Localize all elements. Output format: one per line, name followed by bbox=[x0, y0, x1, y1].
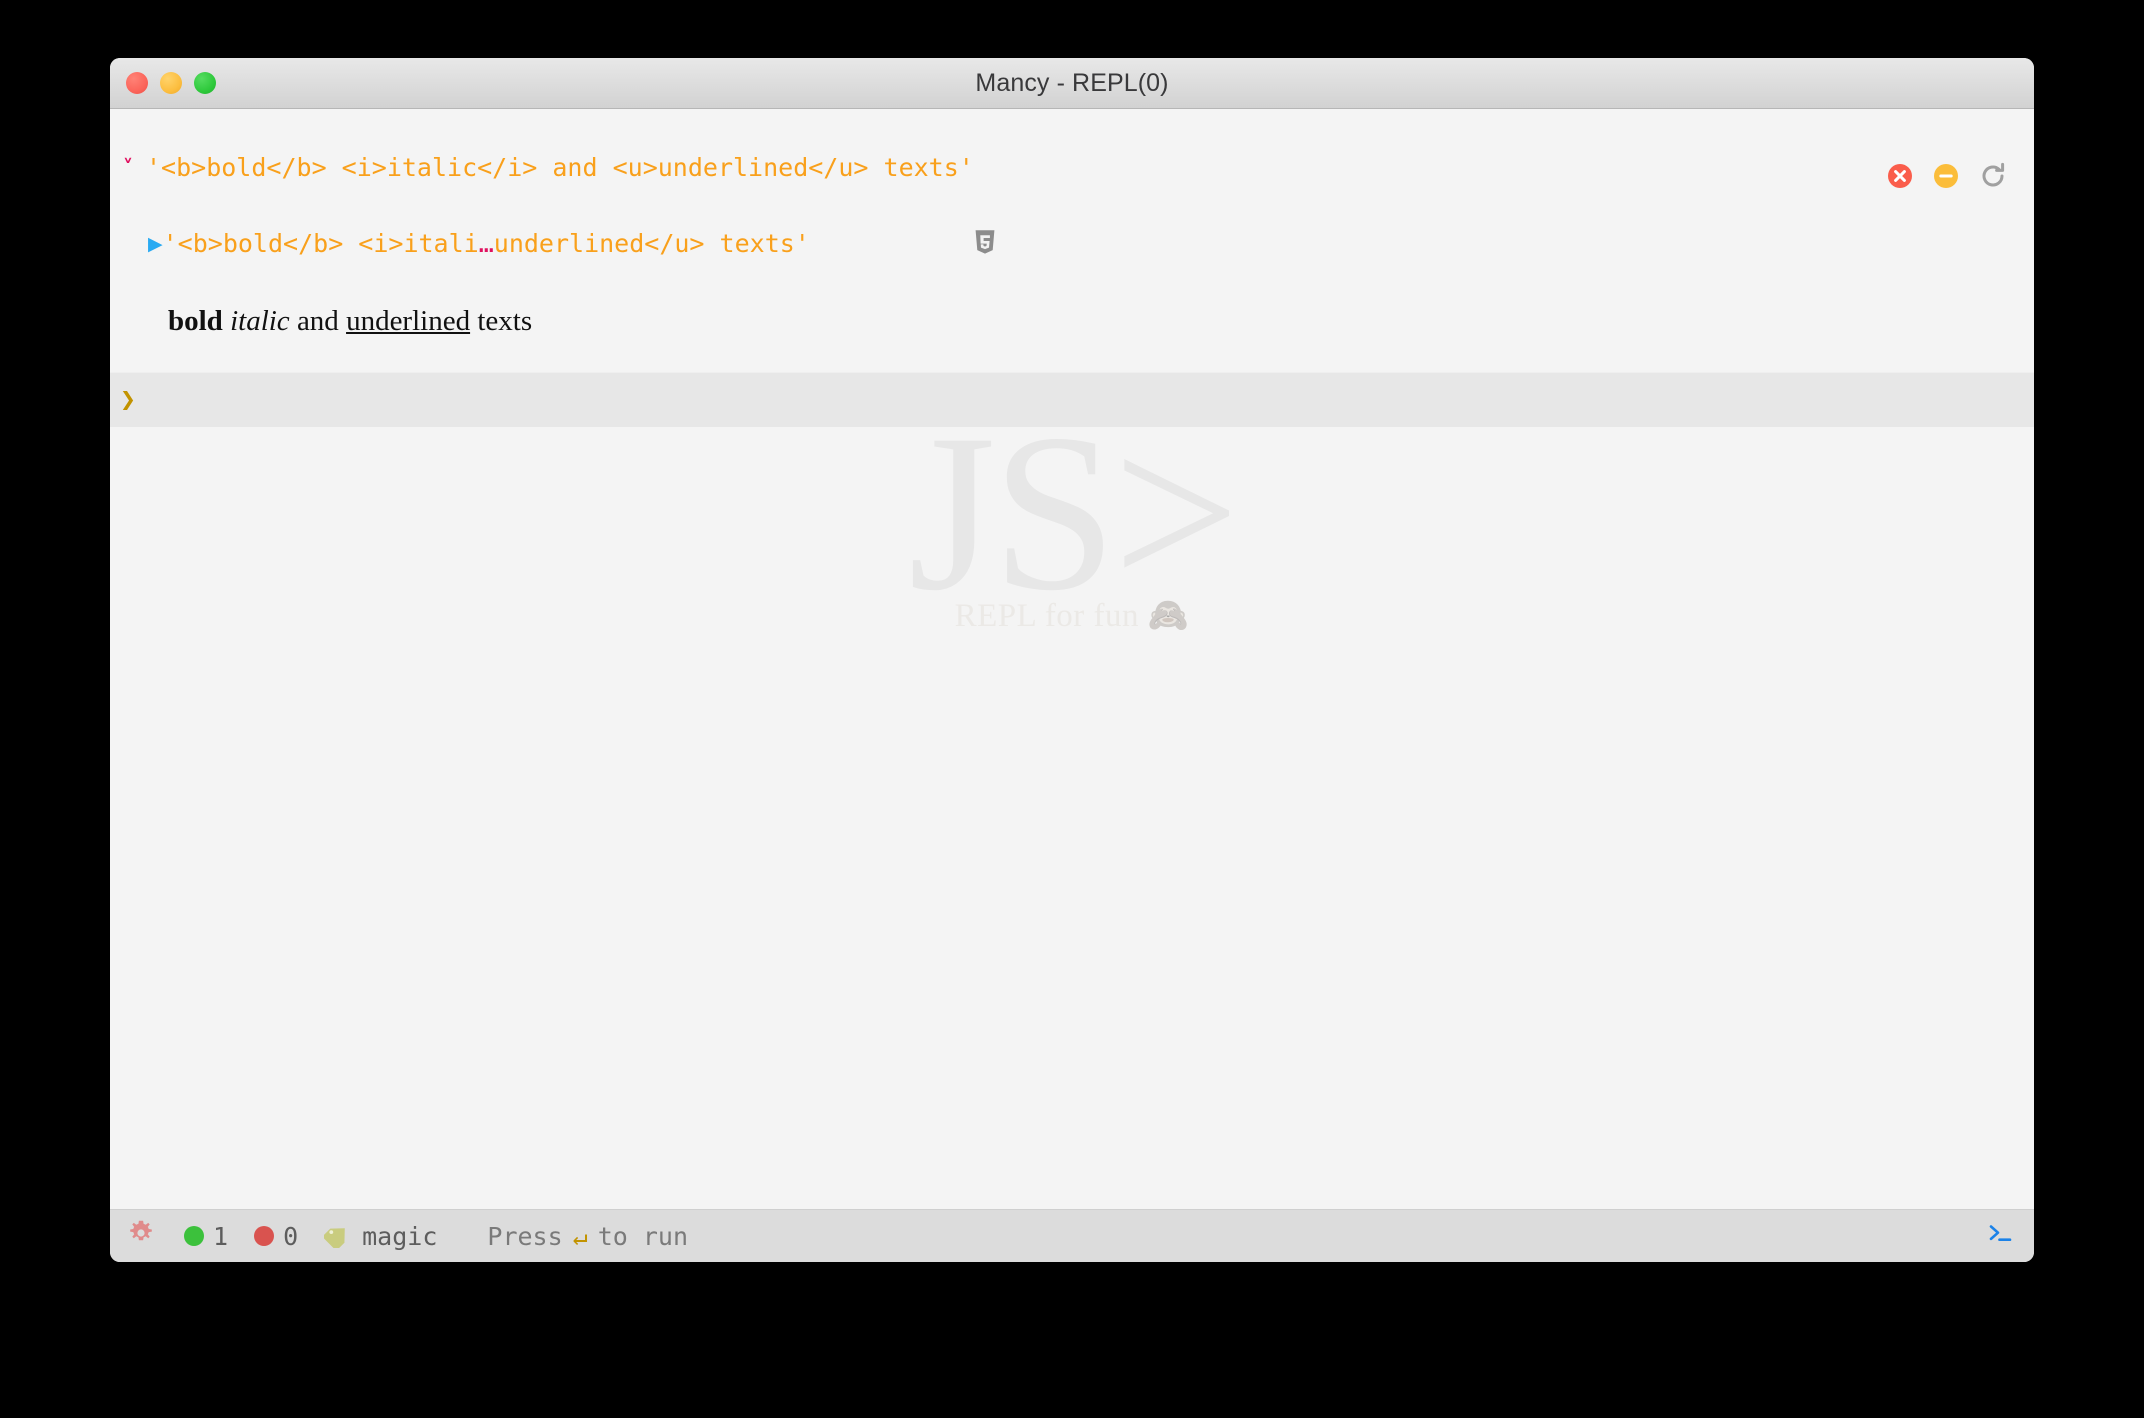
entry-result-prefix: '<b>bold</b> <i>itali bbox=[162, 228, 479, 258]
rendered-italic: italic bbox=[230, 305, 290, 337]
close-window-button[interactable] bbox=[126, 72, 148, 94]
entry-rendered-output: bold italic and underlined texts bbox=[110, 290, 2034, 338]
enter-key-icon: ↵ bbox=[572, 1221, 588, 1251]
terminal-prompt-icon[interactable] bbox=[1988, 1222, 2014, 1251]
chevron-down-icon[interactable]: ˅ bbox=[110, 153, 146, 183]
entry-result-line: ▶ '<b>bold</b> <i>itali… underlined</u> te… bbox=[110, 183, 2034, 290]
rerun-entry-icon[interactable] bbox=[1978, 161, 2008, 196]
repl-input[interactable] bbox=[146, 373, 2034, 427]
title-bar: Mancy - REPL(0) bbox=[110, 58, 2034, 109]
error-dot-icon bbox=[254, 1226, 275, 1246]
window-title: Mancy - REPL(0) bbox=[975, 68, 1169, 97]
app-window: Mancy - REPL(0) JS> REPL for fun 🙈 ˅ '<b… bbox=[110, 58, 2034, 1262]
error-count: 0 bbox=[254, 1222, 298, 1251]
tag-label: magic bbox=[362, 1221, 438, 1251]
run-hint: Press ↵ to run bbox=[487, 1222, 688, 1251]
success-count-value: 1 bbox=[213, 1221, 229, 1251]
run-hint-suffix: to run bbox=[597, 1221, 689, 1251]
repl-entry: ˅ '<b>bold</b> <i>italic</i> and <u>unde… bbox=[110, 109, 2034, 427]
entry-result-ellipsis: … bbox=[478, 228, 494, 258]
collapse-entry-icon[interactable] bbox=[1932, 162, 1960, 195]
settings-gear-icon[interactable] bbox=[128, 1220, 154, 1252]
watermark-tagline: REPL for fun 🙈 bbox=[110, 596, 2034, 635]
window-controls bbox=[126, 58, 216, 108]
watermark-tagline-text: REPL for fun bbox=[954, 598, 1140, 634]
repl-prompt-row[interactable]: ❯ bbox=[110, 372, 2034, 427]
prompt-chevron-icon: ❯ bbox=[120, 385, 136, 415]
success-dot-icon bbox=[184, 1226, 204, 1246]
entry-input-line: ˅ '<b>bold</b> <i>italic</i> and <u>unde… bbox=[110, 109, 2034, 183]
success-count: 1 bbox=[184, 1222, 228, 1251]
error-count-value: 0 bbox=[283, 1221, 299, 1251]
entry-input-code: '<b>bold</b> <i>italic</i> and <u>underl… bbox=[146, 153, 974, 182]
repl-console: JS> REPL for fun 🙈 ˅ '<b>bold</b> <i>ita… bbox=[110, 109, 2034, 1209]
entry-result-suffix: underlined</u> texts' bbox=[493, 228, 810, 258]
watermark-logo: JS> bbox=[908, 387, 1240, 637]
minimize-window-button[interactable] bbox=[160, 72, 182, 94]
expand-result-icon[interactable]: ▶ bbox=[148, 229, 163, 259]
see-no-evil-monkey-icon: 🙈 bbox=[1147, 598, 1190, 634]
context-tag[interactable]: magic bbox=[324, 1222, 437, 1251]
watermark: JS> REPL for fun 🙈 bbox=[110, 387, 2034, 637]
html5-badge-icon[interactable] bbox=[824, 199, 997, 292]
clear-entry-icon[interactable] bbox=[1886, 162, 1914, 195]
run-hint-prefix: Press bbox=[487, 1221, 563, 1251]
rendered-plain-mid: and bbox=[289, 305, 347, 337]
entry-actions bbox=[1886, 161, 2008, 196]
rendered-underlined: underlined bbox=[346, 305, 471, 337]
status-bar: 1 0 magic Press ↵ to run bbox=[110, 1209, 2034, 1262]
maximize-window-button[interactable] bbox=[194, 72, 216, 94]
rendered-plain-end: texts bbox=[470, 305, 533, 337]
tag-icon bbox=[324, 1224, 350, 1248]
rendered-bold: bold bbox=[168, 305, 223, 337]
